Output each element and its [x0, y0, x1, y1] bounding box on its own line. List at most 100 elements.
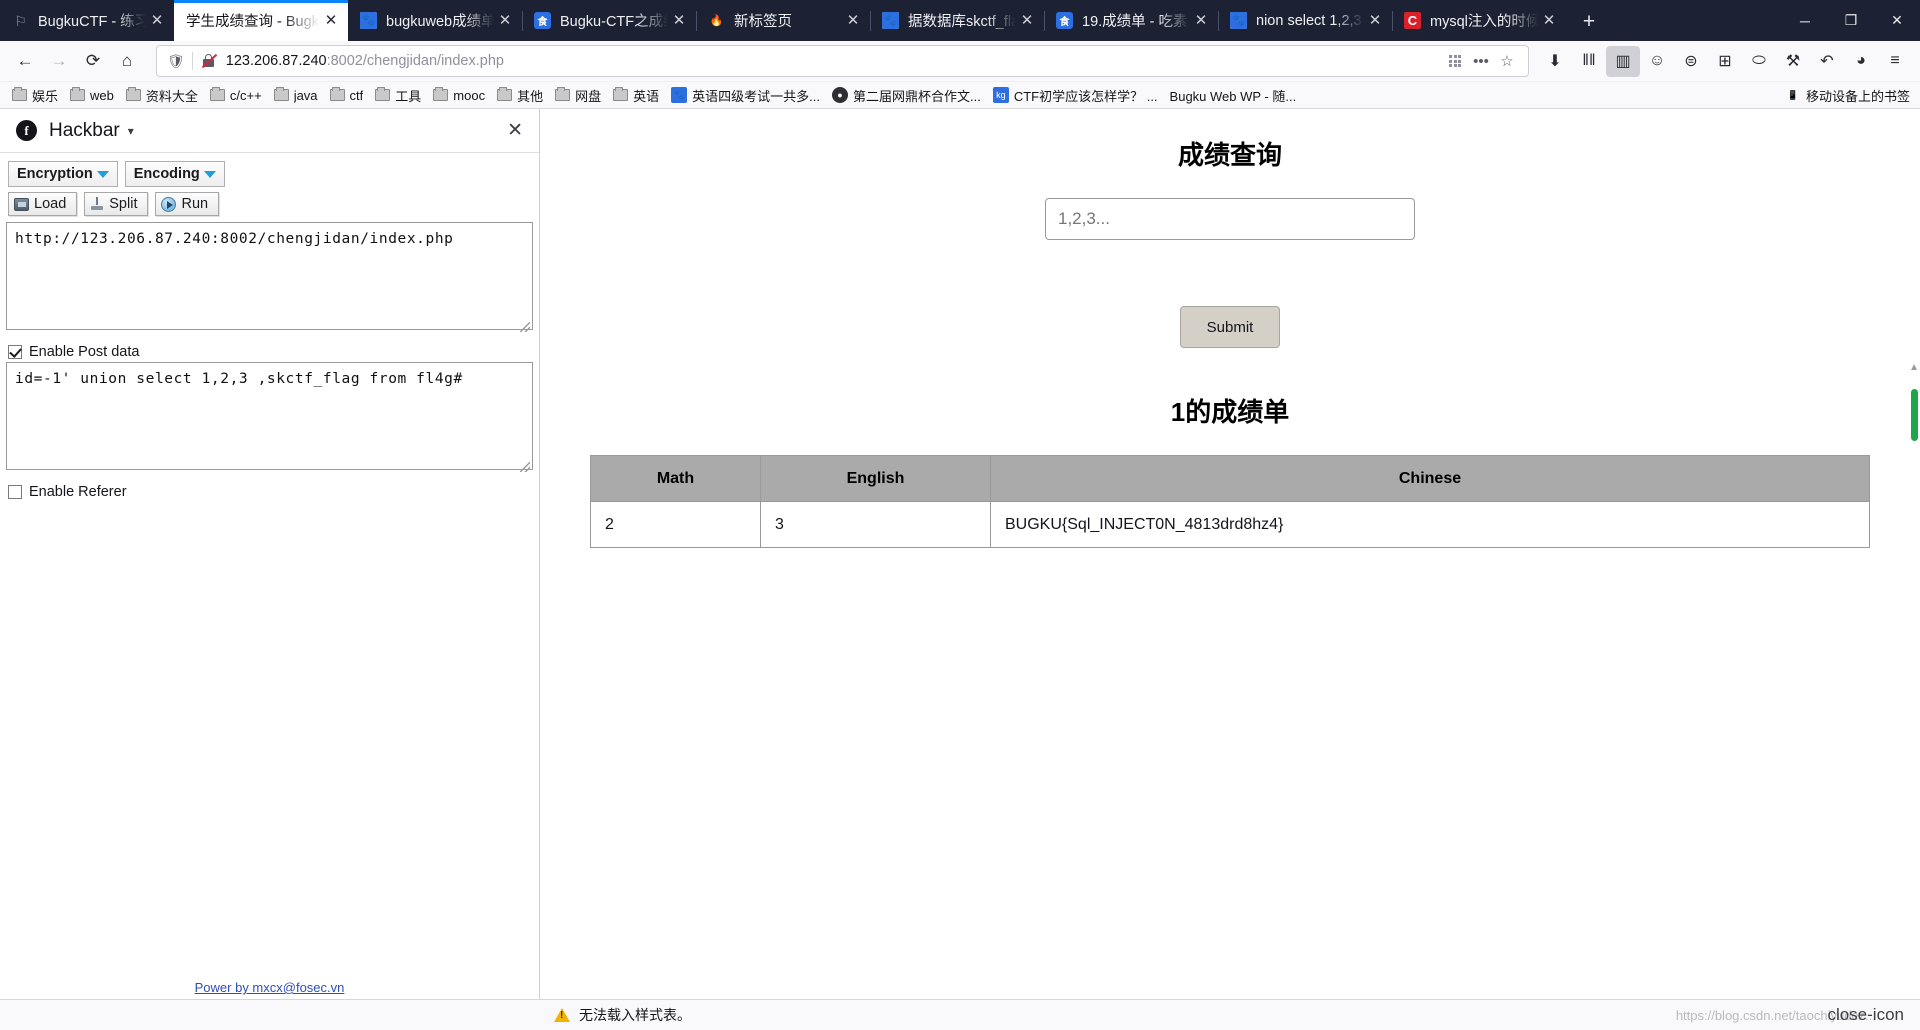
bookmark-item[interactable]: 资料大全 — [120, 84, 204, 107]
noscript-icon[interactable]: ⊜ — [1674, 46, 1708, 77]
browser-tab-8[interactable]: 🐾 nion select 1,2,3 ✕ — [1218, 0, 1392, 41]
post-textarea-wrapper — [6, 362, 533, 475]
encryption-dropdown[interactable]: Encryption — [8, 161, 118, 187]
crossed-lock-icon[interactable] — [201, 53, 218, 69]
checkbox-icon[interactable] — [8, 485, 22, 499]
bookmark-label: 资料大全 — [145, 88, 198, 104]
folder-icon — [497, 87, 513, 101]
bookmark-item[interactable]: ctf — [324, 86, 370, 105]
downloads-icon[interactable]: ⬇ — [1538, 46, 1572, 77]
load-button[interactable]: Load — [8, 192, 78, 216]
browser-tab-6[interactable]: 🐾 据数据库skctf_flag ✕ — [870, 0, 1044, 41]
browser-tab-5[interactable]: 🔥 新标签页 ✕ — [696, 0, 870, 41]
toolbar-buttons: ⬇ ‖‖ ▥ ☺ ⊜ ⊞ ⬭ ⚒ ↶ ◕ ≡ — [1538, 45, 1912, 77]
browser-tab-2-active[interactable]: 学生成绩查询 - Bugku ✕ — [174, 0, 348, 41]
extension-3-icon[interactable]: ⚒ — [1776, 46, 1810, 77]
encoding-dropdown[interactable]: Encoding — [124, 161, 225, 187]
flag-icon: ⚐ — [14, 12, 27, 29]
browser-tab-1[interactable]: ⚐ BugkuCTF - 练习 ✕ — [0, 0, 174, 41]
browser-tab-7[interactable]: 食 19.成绩单 - 吃素 ✕ — [1044, 0, 1218, 41]
tab-close-icon[interactable]: ✕ — [494, 10, 516, 32]
bookmark-item[interactable]: 网盘 — [549, 84, 607, 107]
checkbox-icon[interactable] — [8, 345, 22, 359]
tab-close-icon[interactable]: ✕ — [1538, 10, 1560, 32]
sidebar-toggle-icon[interactable]: ▥ — [1606, 45, 1640, 77]
tab-close-icon[interactable]: ✕ — [1190, 10, 1212, 32]
hackbar-url-textarea[interactable] — [6, 222, 533, 330]
folder-icon — [70, 87, 86, 101]
baidu-icon: 🐾 — [671, 87, 688, 103]
web-page-viewport: 成绩查询 Submit 1的成绩单 Math English Chinese — [540, 109, 1920, 999]
run-button[interactable]: Run — [155, 192, 220, 216]
split-button[interactable]: Split — [84, 192, 149, 216]
bookmark-star-icon[interactable]: ☆ — [1494, 48, 1520, 74]
column-header-chinese: Chinese — [990, 455, 1870, 502]
bookmark-item[interactable]: ● 第二届网鼎杯合作文... — [826, 84, 987, 107]
score-table: Math English Chinese 2 3 BUGKU{Sql_INJEC… — [590, 455, 1870, 548]
csdn-icon: kg — [992, 87, 1009, 103]
tab-close-icon[interactable]: ✕ — [146, 10, 168, 32]
reader-grid-icon[interactable] — [1442, 48, 1468, 74]
tab-close-icon[interactable]: ✕ — [320, 10, 342, 32]
bookmark-item[interactable]: kg CTF初学应该怎样学？ ... — [987, 84, 1164, 107]
forward-button[interactable]: → — [42, 46, 76, 77]
bookmark-label: ctf — [349, 87, 364, 103]
hackbar-close-icon[interactable]: ✕ — [507, 119, 523, 142]
hackbar-credit-link[interactable]: Power by mxcx@fosec.vn — [195, 980, 345, 995]
student-id-input[interactable] — [1045, 198, 1415, 240]
page-actions-icon[interactable]: ••• — [1468, 48, 1494, 74]
cell-english: 3 — [760, 501, 991, 548]
column-header-english: English — [760, 455, 991, 502]
extension-4-icon[interactable]: ◕ — [1844, 46, 1878, 77]
hackbar-post-textarea[interactable] — [6, 362, 533, 470]
undo-icon[interactable]: ↶ — [1810, 46, 1844, 77]
browser-tab-9[interactable]: C mysql注入的时候 ✕ — [1392, 0, 1566, 41]
library-icon[interactable]: ‖‖ — [1572, 46, 1606, 77]
scrollbar-thumb[interactable] — [1911, 389, 1918, 441]
table-header-row: Math English Chinese — [590, 455, 1870, 502]
address-bar[interactable]: 🛡 123.206.87.240:8002/chengjidan/index.p… — [156, 45, 1529, 77]
bookmark-item[interactable]: 娱乐 — [6, 84, 64, 107]
maximize-button[interactable]: ❐ — [1828, 0, 1874, 41]
chevron-down-icon[interactable]: ▾ — [128, 124, 134, 138]
folder-icon — [433, 87, 449, 101]
bookmark-item[interactable]: 工具 — [369, 84, 427, 107]
scroll-up-arrow-icon[interactable]: ▲ — [1909, 362, 1919, 373]
split-icon — [90, 197, 104, 211]
close-window-button[interactable]: ✕ — [1874, 0, 1920, 41]
minimize-button[interactable]: ─ — [1782, 0, 1828, 41]
extension-2-icon[interactable]: ⬭ — [1742, 46, 1776, 77]
back-button[interactable]: ← — [8, 46, 42, 77]
browser-tab-3[interactable]: 🐾 bugkuweb成绩单 ✕ — [348, 0, 522, 41]
shield-icon[interactable]: 🛡 — [167, 53, 185, 70]
page-scrollbar[interactable]: ▲ — [1908, 109, 1920, 999]
reload-button[interactable]: ⟳ — [76, 46, 110, 77]
bookmark-item[interactable]: java — [268, 86, 324, 105]
submit-button[interactable]: Submit — [1180, 306, 1280, 348]
mobile-bookmarks-item[interactable]: 📱 移动设备上的书签 — [1785, 86, 1914, 105]
tab-close-icon[interactable]: ✕ — [1016, 10, 1038, 32]
bookmark-item[interactable]: mooc — [427, 86, 491, 105]
enable-referer-label: Enable Referer — [29, 484, 127, 500]
tab-close-icon[interactable]: ✕ — [1364, 10, 1386, 32]
browser-tab-4[interactable]: 食 Bugku-CTF之成绩 ✕ — [522, 0, 696, 41]
bookmark-item[interactable]: 其他 — [491, 84, 549, 107]
status-close-icon[interactable]: close-icon — [1827, 1005, 1904, 1025]
bookmark-item[interactable]: 英语 — [607, 84, 665, 107]
app-menu-icon[interactable]: ≡ — [1878, 46, 1912, 77]
tab-close-icon[interactable]: ✕ — [668, 10, 690, 32]
folder-icon — [273, 87, 289, 101]
bookmark-item[interactable]: 🐾 英语四级考试一共多... — [665, 84, 826, 107]
new-tab-button[interactable]: + — [1570, 3, 1608, 41]
split-label: Split — [109, 196, 138, 212]
status-message: 无法载入样式表。 — [579, 1007, 691, 1023]
bookmark-item[interactable]: web — [64, 86, 120, 105]
extension-1-icon[interactable]: ⊞ — [1708, 46, 1742, 77]
account-icon[interactable]: ☺ — [1640, 46, 1674, 77]
tab-close-icon[interactable]: ✕ — [842, 10, 864, 32]
home-button[interactable]: ⌂ — [110, 46, 144, 77]
enable-referer-checkbox[interactable]: Enable Referer — [6, 484, 533, 500]
enable-post-data-checkbox[interactable]: Enable Post data — [6, 344, 533, 360]
bookmark-item[interactable]: c/c++ — [204, 86, 268, 105]
bookmark-item[interactable]: Bugku Web WP - 随... — [1164, 84, 1303, 107]
